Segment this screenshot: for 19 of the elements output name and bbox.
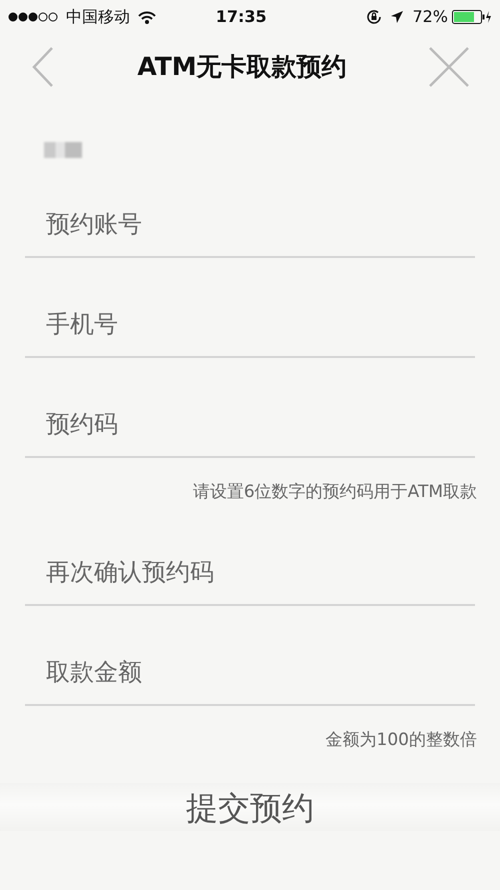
close-button[interactable] <box>428 46 470 88</box>
signal-icon <box>8 11 58 23</box>
hint-text: 请设置6位数字的预约码用于ATM取款 <box>192 481 477 504</box>
rotation-lock-icon <box>366 9 382 25</box>
redacted-name <box>44 142 82 158</box>
input-field[interactable]: 再次确认预约码 <box>25 540 475 606</box>
location-arrow-icon <box>390 10 404 24</box>
back-button[interactable] <box>30 46 56 88</box>
hint-text: 金额为100的整数倍 <box>324 728 477 752</box>
carrier-name: 中国移动 <box>66 6 130 28</box>
status-time: 17:35 <box>216 7 267 26</box>
page-title: ATM无卡取款预约 <box>137 51 347 84</box>
battery-icon <box>452 9 492 25</box>
input-field[interactable]: 预约账号 <box>25 192 475 258</box>
battery-percent: 72% <box>412 6 448 28</box>
input-field[interactable]: 预约码 <box>25 392 475 458</box>
input-field[interactable]: 取款金额 <box>25 640 475 706</box>
wifi-icon <box>138 10 156 24</box>
input-field[interactable]: 手机号 <box>25 292 475 358</box>
